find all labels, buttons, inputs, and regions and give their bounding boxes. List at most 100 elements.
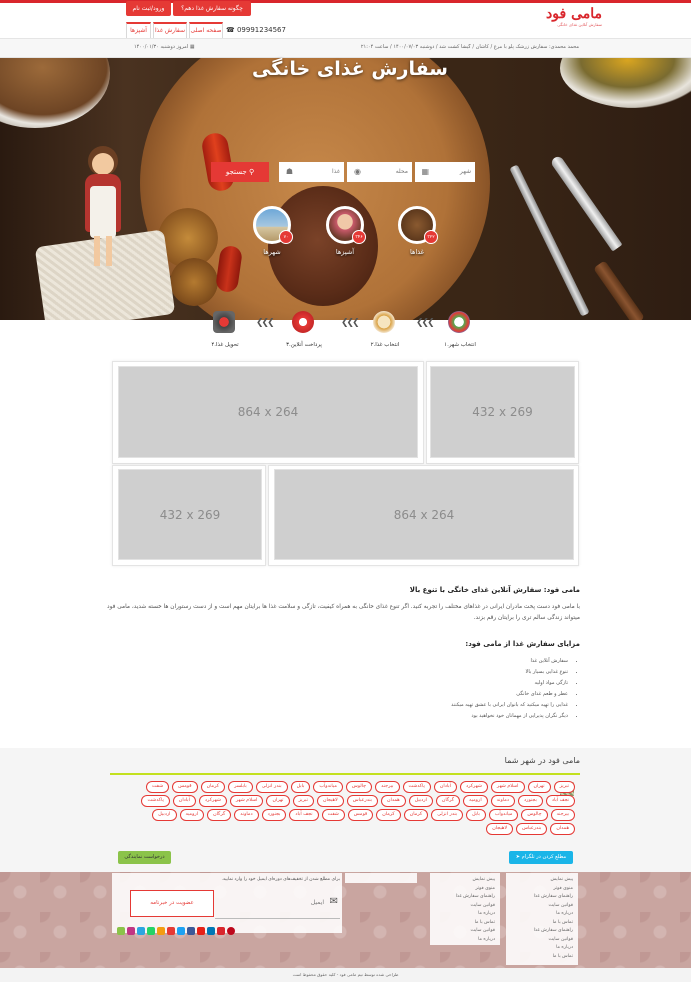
city-tag[interactable]: کرمان: [403, 809, 429, 821]
footer-link[interactable]: قوانین سایت: [435, 927, 495, 936]
city-tag[interactable]: بندرعباس: [516, 823, 548, 835]
search-button[interactable]: جستجو ⚲: [211, 162, 269, 182]
city-tag[interactable]: بابلسر: [228, 781, 253, 793]
footer-link[interactable]: درباره ما: [511, 944, 573, 953]
banner-small-bottom[interactable]: 432 x 269: [118, 469, 262, 560]
chefs-stat-image[interactable]: ۳۴۶: [326, 206, 366, 244]
aparat-icon[interactable]: [167, 927, 175, 935]
city-tag[interactable]: همدان: [550, 823, 575, 835]
banner-small-top[interactable]: 432 x 269: [430, 366, 575, 458]
footer-link[interactable]: تماس با ما: [435, 919, 495, 928]
city-tag[interactable]: تهران: [527, 781, 551, 793]
footer-link[interactable]: تماس با ما: [511, 953, 573, 962]
footer-link[interactable]: قوانین سایت: [511, 936, 573, 945]
footer-link[interactable]: درباره ما: [511, 910, 573, 919]
rss-icon[interactable]: [157, 927, 165, 935]
city-tag[interactable]: کرمان: [200, 781, 226, 793]
city-tag[interactable]: شهرکرد: [459, 781, 488, 793]
subscribe-button[interactable]: عضویت در خبرنامه: [130, 890, 214, 917]
footer-link[interactable]: منوی فوتر: [435, 885, 495, 894]
tab-chefs[interactable]: آشپزها: [126, 22, 151, 39]
city-tag[interactable]: میاندوآب: [488, 809, 519, 821]
email-field[interactable]: ✉ ایمیل: [215, 891, 340, 919]
city-tag[interactable]: دماوند: [234, 809, 259, 821]
footer-link[interactable]: پیش نمایش: [511, 876, 573, 885]
city-tag[interactable]: پاکدشت: [402, 781, 431, 793]
city-tag[interactable]: همدان: [381, 795, 406, 807]
city-tag[interactable]: کرمان: [376, 809, 401, 821]
city-tag[interactable]: بجنورد: [261, 809, 287, 821]
city-tag[interactable]: بندرعباس: [346, 795, 378, 807]
facebook-icon[interactable]: [187, 927, 195, 935]
city-tag[interactable]: بابل: [466, 809, 486, 821]
city-tag[interactable]: اردبیل: [152, 809, 177, 821]
food-input[interactable]: ☗ غذا: [279, 162, 344, 182]
about-article: مامی فود: سفارش آنلاین غذای خانگی با تنو…: [100, 586, 580, 722]
city-tag[interactable]: گرگان: [435, 795, 461, 807]
banner-large-bottom[interactable]: 864 x 264: [274, 469, 574, 560]
footer-link[interactable]: راهنمای سفارش غذا: [511, 893, 573, 902]
city-tag[interactable]: شفت: [321, 809, 345, 821]
city-select[interactable]: ▦ شهر: [415, 162, 475, 182]
city-tag[interactable]: بندر انزلی: [431, 809, 464, 821]
city-tag[interactable]: ارومیه: [463, 795, 488, 807]
city-tag[interactable]: ارومیه: [179, 809, 205, 821]
city-tag[interactable]: آبادان: [433, 781, 457, 793]
city-tag[interactable]: شفت: [145, 781, 170, 793]
city-tag[interactable]: بیرجند: [375, 781, 400, 793]
youtube-icon[interactable]: [197, 927, 205, 935]
agent-request-button[interactable]: درخواست نمایندگی: [118, 851, 171, 864]
footer-link[interactable]: قوانین سایت: [511, 902, 573, 911]
footer-link[interactable]: درباره ما: [435, 936, 495, 945]
city-tag[interactable]: میاندوآب: [313, 781, 343, 793]
footer-link[interactable]: پیش نمایش: [435, 876, 495, 885]
city-tag[interactable]: تهران: [266, 795, 290, 807]
city-tag[interactable]: اردبیل: [408, 795, 433, 807]
footer-link[interactable]: راهنمای سفارش غذا: [435, 893, 495, 902]
city-tag[interactable]: اسلام شهر: [490, 781, 525, 793]
city-tag[interactable]: شهرکرد: [198, 795, 227, 807]
footer-link[interactable]: منوی فوتر: [511, 885, 573, 894]
city-tag[interactable]: چالوس: [521, 809, 548, 821]
how-to-order-button[interactable]: چگونه سفارش غذا دهم؟: [173, 1, 251, 16]
whatsapp-icon[interactable]: [147, 927, 155, 935]
android-icon[interactable]: [117, 927, 125, 935]
tab-home[interactable]: صفحه اصلی: [189, 22, 223, 39]
city-tag[interactable]: بیرجند: [550, 809, 575, 821]
instagram-icon[interactable]: [127, 927, 135, 935]
pinterest-icon[interactable]: [227, 927, 235, 935]
city-tag[interactable]: قومس: [347, 809, 374, 821]
city-tag[interactable]: لاهیجان: [316, 795, 344, 807]
city-tag[interactable]: بجنورد: [518, 795, 543, 807]
footer-link[interactable]: تماس با ما: [511, 919, 573, 928]
city-tag[interactable]: پاکدشت: [141, 795, 170, 807]
city-tag[interactable]: دماوند: [490, 795, 515, 807]
banner-large-top[interactable]: 864 x 264: [118, 366, 418, 458]
city-tag[interactable]: آبادان: [172, 795, 196, 807]
foods-stat-image[interactable]: ۳۲۲: [398, 206, 438, 244]
footer-link[interactable]: قوانین سایت: [435, 902, 495, 911]
city-tag[interactable]: قومس: [172, 781, 198, 793]
city-tag[interactable]: لاهیجان: [486, 823, 514, 835]
logo[interactable]: مامی فود سفارش آنلاین غذای خانگی: [532, 6, 602, 34]
city-tag[interactable]: نجف آباد: [545, 795, 575, 807]
footer-link[interactable]: راهنمای سفارش غذا: [511, 927, 573, 936]
telegram-icon[interactable]: [137, 927, 145, 935]
footer-link[interactable]: درباره ما: [435, 910, 495, 919]
city-tag[interactable]: گرگان: [207, 809, 232, 821]
city-tag[interactable]: بابل: [290, 781, 311, 793]
city-tag[interactable]: نجف آباد: [289, 809, 319, 821]
twitter-icon[interactable]: [177, 927, 185, 935]
login-button[interactable]: ورود/ثبت نام: [126, 1, 171, 16]
city-tag[interactable]: بندر انزلی: [255, 781, 288, 793]
linkedin-icon[interactable]: [207, 927, 215, 935]
telegram-notify-button[interactable]: ➤ مطلع کردن در تلگرام: [509, 851, 573, 864]
cities-stat-image[interactable]: ۷۰: [253, 206, 293, 244]
area-select[interactable]: ◉ محله: [347, 162, 412, 182]
city-tag[interactable]: اسلام شهر: [229, 795, 264, 807]
city-tag[interactable]: تبریز: [292, 795, 314, 807]
tab-order-food[interactable]: سفارش غذا: [153, 22, 187, 39]
city-tag[interactable]: تبریز: [553, 781, 575, 793]
city-tag[interactable]: چالوس: [345, 781, 373, 793]
google-plus-icon[interactable]: [217, 927, 225, 935]
